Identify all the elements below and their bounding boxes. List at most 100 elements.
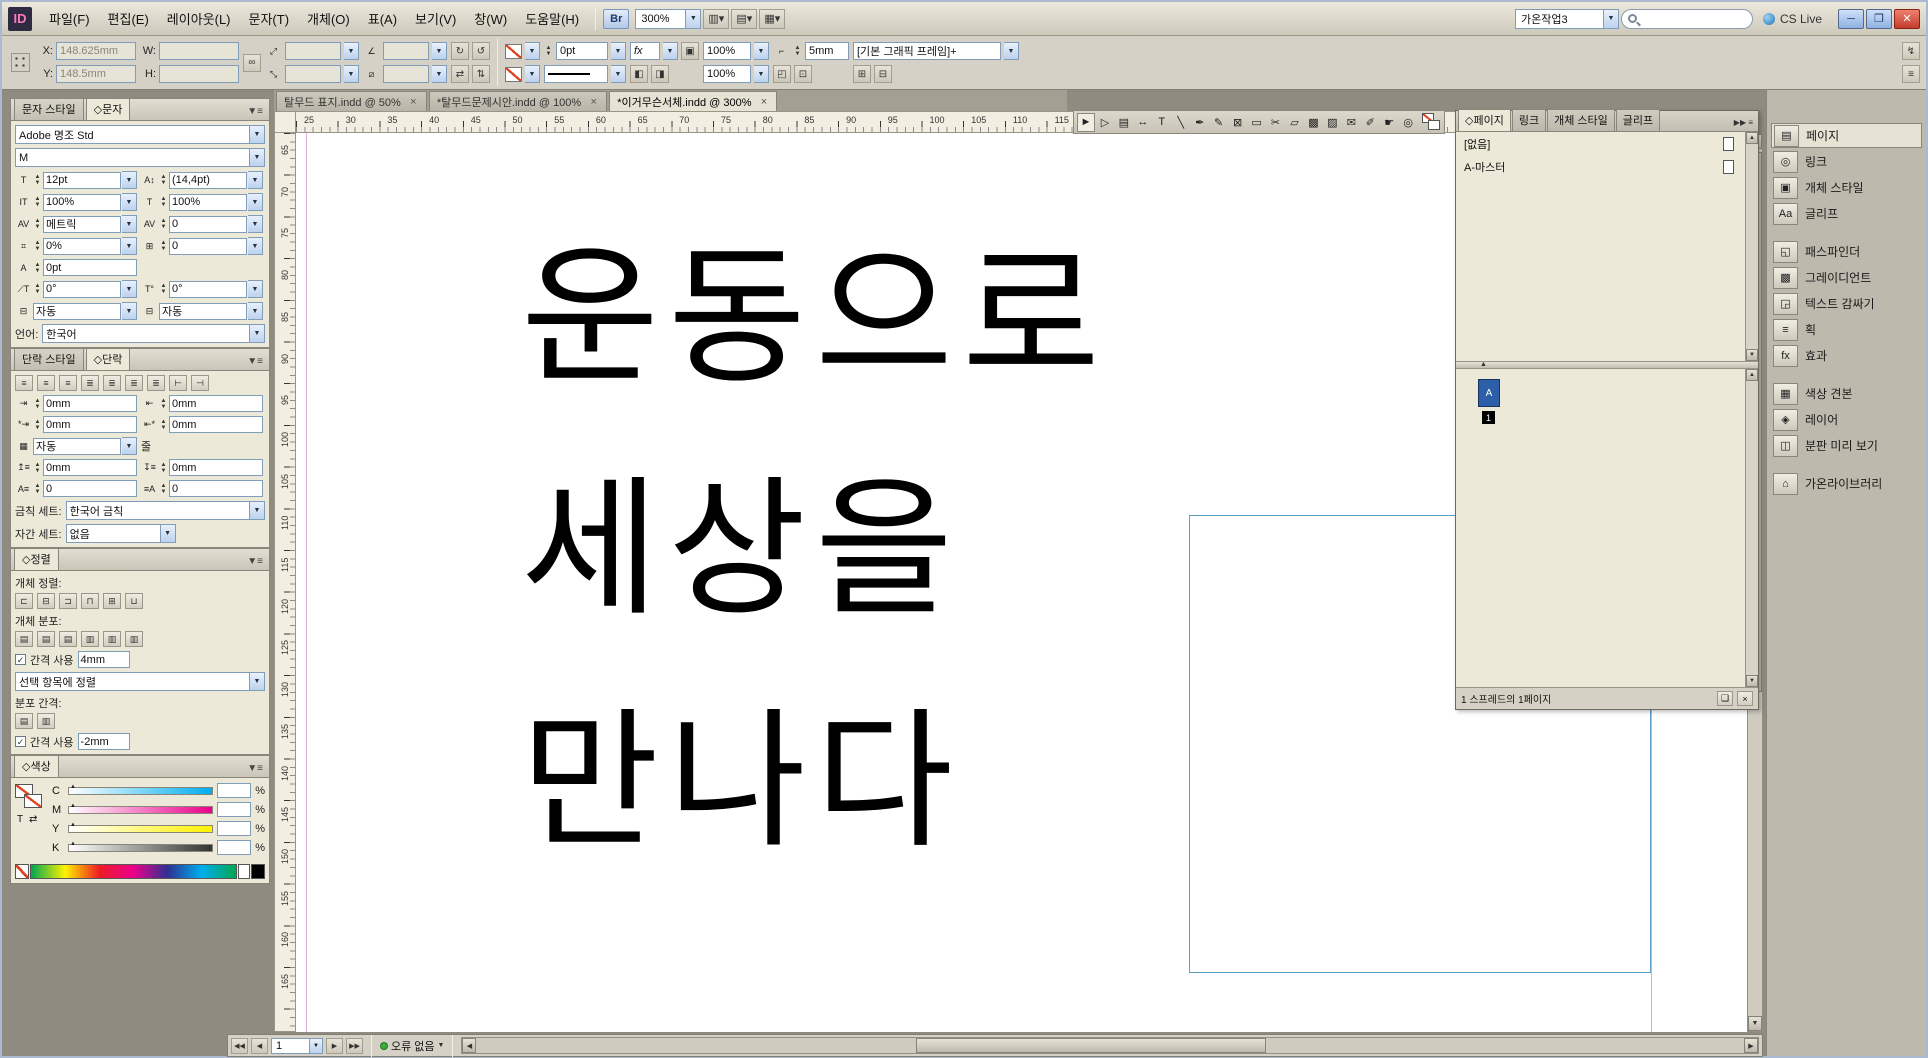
channel-slider[interactable]: ▲ xyxy=(68,787,213,795)
scrollbar-thumb[interactable] xyxy=(916,1038,1266,1053)
close-button[interactable]: ✕ xyxy=(1894,9,1920,29)
tracking-field[interactable]: 0 xyxy=(169,216,247,233)
chevron-down-icon[interactable]: ▼ xyxy=(248,215,263,233)
align-spacing-field[interactable]: 4mm xyxy=(78,651,130,668)
menu-help[interactable]: 도움말(H) xyxy=(516,5,588,32)
distribute-h-centers-icon[interactable]: ▥ xyxy=(103,631,121,647)
view-options-icon[interactable]: ▥▾ xyxy=(703,9,729,29)
search-input[interactable] xyxy=(1621,9,1753,29)
indent-right-field[interactable]: 0mm xyxy=(169,395,263,412)
scroll-down-icon[interactable]: ▼ xyxy=(1746,675,1758,687)
horizontal-scrollbar[interactable]: ◀ ▶ xyxy=(461,1037,1759,1054)
maximize-button[interactable]: ❐ xyxy=(1866,9,1892,29)
channel-slider[interactable]: ▲ xyxy=(68,806,213,814)
eyedropper-tool-icon[interactable]: ✐ xyxy=(1361,113,1379,132)
flip-horizontal-icon[interactable]: ⇄ xyxy=(451,65,469,83)
chevron-down-icon[interactable]: ▼ xyxy=(122,193,137,211)
page-tool-icon[interactable]: ▤ xyxy=(1115,113,1133,132)
close-tab-icon[interactable]: × xyxy=(408,96,419,108)
kinsoku-select[interactable]: 한국어 금칙▼ xyxy=(66,501,265,520)
nudge-arrows[interactable]: ▲▼ xyxy=(33,240,42,252)
chevron-down-icon[interactable]: ▼ xyxy=(122,237,137,255)
use-spacing-checkbox[interactable]: ✓ xyxy=(15,736,26,747)
dock-item-stroke[interactable]: ≡획 xyxy=(1771,317,1922,342)
master-page-row[interactable]: A-마스터 xyxy=(1456,155,1758,178)
chevron-down-icon[interactable]: ▼ xyxy=(248,237,263,255)
nudge-arrows[interactable]: ▲▼ xyxy=(159,419,168,431)
dropcap-chars-field[interactable]: 0 xyxy=(169,480,263,497)
stroke-opacity-field[interactable]: 100% xyxy=(703,65,751,83)
char-rotation-field[interactable]: 0° xyxy=(169,281,247,298)
dock-item-object-styles[interactable]: ▣개체 스타일 xyxy=(1771,175,1922,200)
delete-page-icon[interactable]: × xyxy=(1737,691,1753,706)
dock-item-links[interactable]: ◎링크 xyxy=(1771,149,1922,174)
nudge-arrows[interactable]: ▲▼ xyxy=(159,196,168,208)
frame-fitting-icon[interactable]: ⊟ xyxy=(874,65,892,83)
dock-item-text-wrap[interactable]: ◲텍스트 감싸기 xyxy=(1771,291,1922,316)
distribute-spacing-field[interactable]: -2mm xyxy=(78,733,130,750)
arrange-documents-icon[interactable]: ▦▾ xyxy=(759,9,785,29)
align-h-centers-icon[interactable]: ⊟ xyxy=(37,593,55,609)
scroll-right-icon[interactable]: ▶ xyxy=(1744,1038,1758,1053)
chevron-down-icon[interactable]: ▼ xyxy=(438,1042,445,1049)
chevron-down-icon[interactable]: ▼ xyxy=(122,302,137,320)
close-tab-icon[interactable]: × xyxy=(758,96,769,108)
distribute-bottom-edges-icon[interactable]: ▤ xyxy=(59,631,77,647)
chevron-down-icon[interactable]: ▼ xyxy=(754,65,769,83)
previous-page-icon[interactable]: ◀ xyxy=(251,1038,268,1054)
nudge-arrows[interactable]: ▲▼ xyxy=(33,196,42,208)
fitting-icon[interactable]: ⊡ xyxy=(794,65,812,83)
align-away-spine-icon[interactable]: ⊣ xyxy=(191,375,209,391)
fill-swatch[interactable] xyxy=(505,44,522,59)
chevron-down-icon[interactable]: ▼ xyxy=(1004,42,1019,60)
text-frame[interactable]: 운동으로 세상을 만나다 xyxy=(521,203,1109,899)
last-line-indent-field[interactable]: 0mm xyxy=(169,416,263,433)
grid-mode-select[interactable]: 자동 xyxy=(33,438,121,455)
channel-slider[interactable]: ▲ xyxy=(68,825,213,833)
dock-item-gradient[interactable]: ▩그레이디언트 xyxy=(1771,265,1922,290)
distribute-right-edges-icon[interactable]: ▥ xyxy=(125,631,143,647)
grid-align-select[interactable]: 자동 xyxy=(159,303,247,320)
drop-shadow-icon[interactable]: ▣ xyxy=(681,42,699,60)
margin-guide[interactable] xyxy=(306,133,307,1032)
cmyk-spectrum-ramp[interactable] xyxy=(30,864,237,879)
scale-y-field[interactable] xyxy=(285,65,341,83)
scissors-tool-icon[interactable]: ✂ xyxy=(1267,113,1285,132)
chevron-down-icon[interactable]: ▼ xyxy=(248,171,263,189)
scroll-down-icon[interactable]: ▼ xyxy=(1746,349,1758,361)
scale-x-field[interactable] xyxy=(285,42,341,60)
stroke-swatch[interactable] xyxy=(24,794,42,808)
skew-field[interactable]: 0° xyxy=(43,281,121,298)
first-page-icon[interactable]: ◀◀ xyxy=(231,1038,248,1054)
align-center-icon[interactable]: ≡ xyxy=(37,375,55,391)
canvas-text-line[interactable]: 운동으로 xyxy=(521,203,1109,435)
menu-type[interactable]: 문자(T) xyxy=(240,5,299,32)
nudge-arrows[interactable]: ▲▼ xyxy=(793,45,802,57)
line-tool-icon[interactable]: ╲ xyxy=(1172,113,1190,132)
menu-window[interactable]: 창(W) xyxy=(465,5,516,32)
constrain-proportions-icon[interactable]: ∞ xyxy=(243,54,261,72)
chevron-down-icon[interactable]: ▼ xyxy=(122,215,137,233)
none-swatch[interactable] xyxy=(15,864,29,879)
nudge-arrows[interactable]: ▲▼ xyxy=(33,262,42,274)
panel-scrollbar[interactable]: ▲ ▼ xyxy=(1745,369,1758,687)
panel-scrollbar[interactable]: ▲ ▼ xyxy=(1745,132,1758,361)
chevron-down-icon[interactable]: ▼ xyxy=(525,65,540,83)
dropcap-lines-field[interactable]: 0 xyxy=(43,480,137,497)
black-swatch[interactable] xyxy=(251,864,265,879)
tab-character[interactable]: ◇문자 xyxy=(86,98,131,120)
indent-left-field[interactable]: 0mm xyxy=(43,395,137,412)
control-panel-menu-icon[interactable]: ≡ xyxy=(1902,65,1920,83)
close-tab-icon[interactable]: × xyxy=(588,96,599,108)
menu-view[interactable]: 보기(V) xyxy=(406,5,465,32)
chevron-down-icon[interactable]: ▼ xyxy=(248,280,263,298)
align-center-content-icon[interactable]: ⊞ xyxy=(853,65,871,83)
gap-tool-icon[interactable]: ↔ xyxy=(1134,113,1152,132)
bridge-button[interactable]: Br xyxy=(603,9,629,29)
new-spread-icon[interactable]: ❑ xyxy=(1717,691,1733,706)
stroke-swatch[interactable] xyxy=(505,67,522,82)
next-page-icon[interactable]: ▶ xyxy=(326,1038,343,1054)
collapse-panel-icon[interactable]: ▶▶ ≡ xyxy=(1731,118,1756,131)
distribute-h-space-icon[interactable]: ▥ xyxy=(37,713,55,729)
distribute-left-edges-icon[interactable]: ▥ xyxy=(81,631,99,647)
